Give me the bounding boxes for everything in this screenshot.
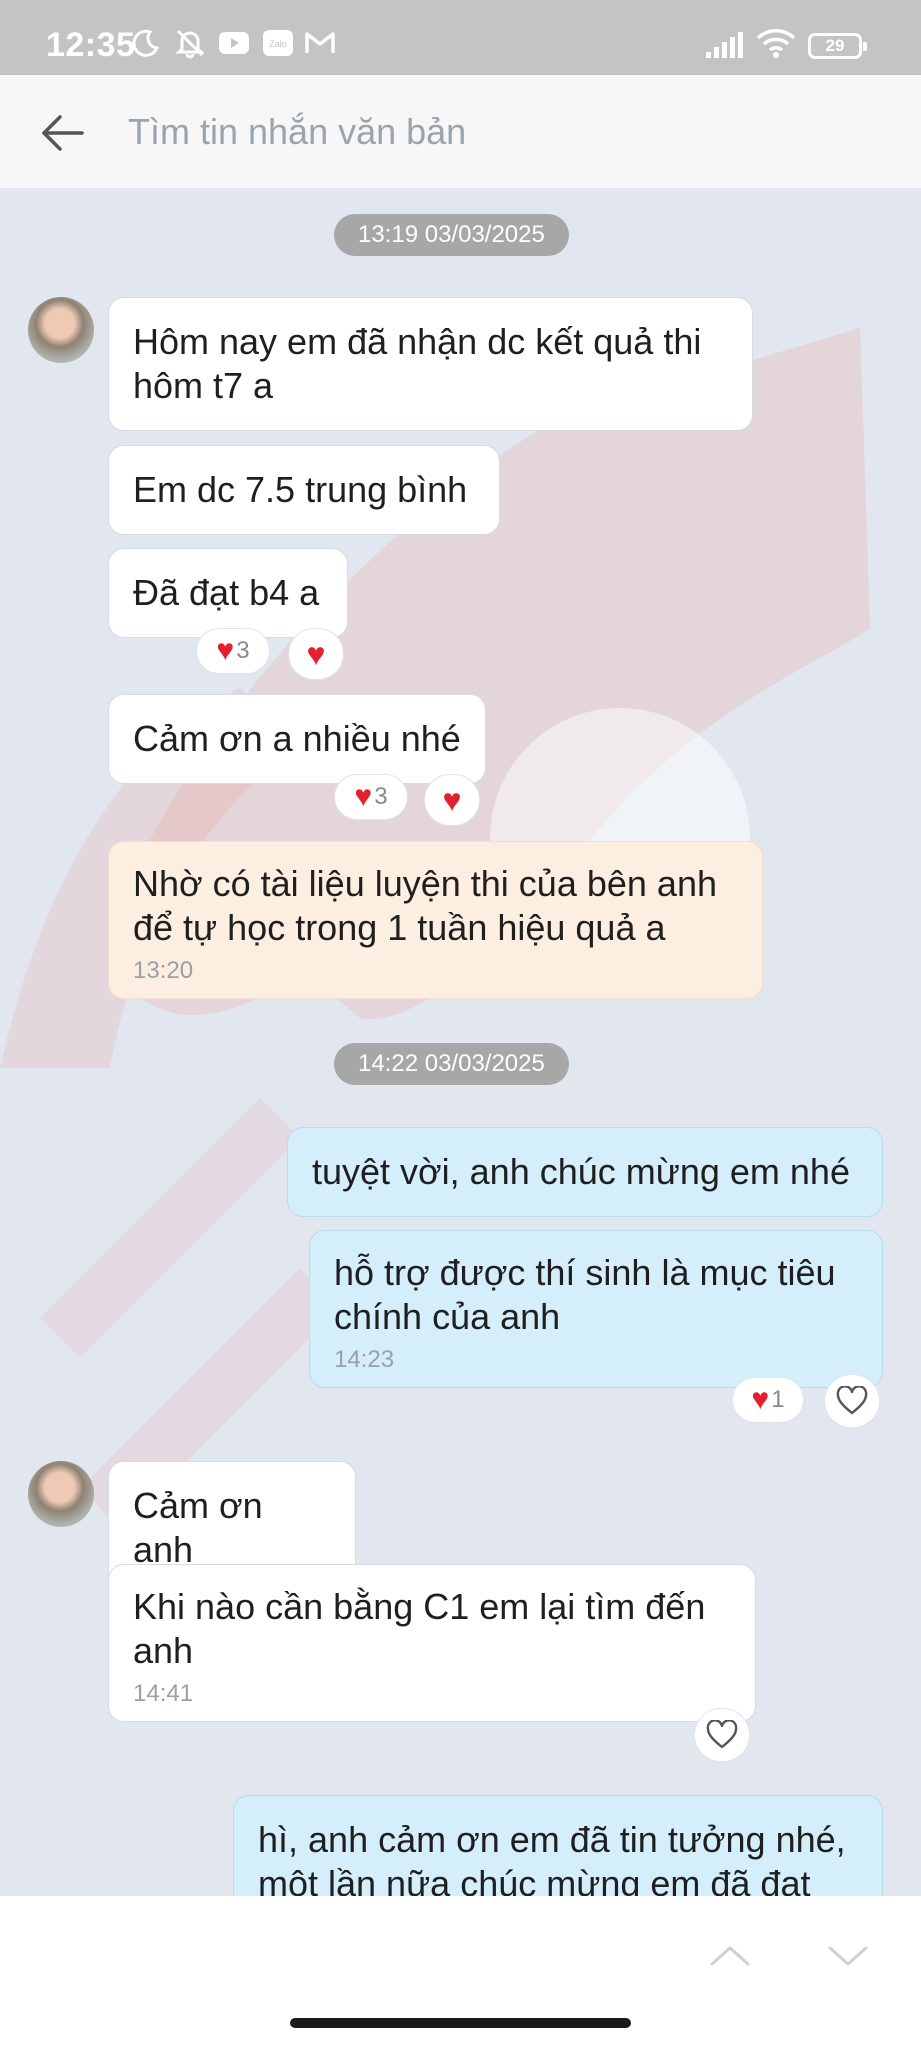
previous-result-button[interactable]: [700, 1926, 760, 1986]
message-text: Cảm ơn anh: [133, 1485, 263, 1570]
svg-text:Zalo: Zalo: [269, 39, 287, 49]
heart-icon: ♥: [306, 636, 326, 672]
reaction-count: 3: [236, 637, 250, 664]
gmail-icon: [304, 28, 336, 58]
heart-icon: ♥: [354, 780, 373, 813]
message-text: hì, anh cảm ơn em đã tin tưởng nhé, một …: [258, 1819, 846, 1896]
chat-area[interactable]: 13:19 03/03/2025 Hôm nay em đã nhận dc k…: [0, 188, 921, 1896]
status-bar: 12:35 Zalo 29: [0, 0, 921, 75]
message-text: Cảm ơn a nhiều nhé: [133, 718, 461, 759]
search-result-navigation: [0, 1896, 921, 2048]
moon-icon: [130, 28, 160, 58]
message-bubble[interactable]: Nhờ có tài liệu luyện thi của bên anh để…: [108, 841, 763, 999]
reaction-summary[interactable]: ♥ 3: [334, 774, 408, 820]
message-bubble[interactable]: hỗ trợ được thí sinh là mục tiêu chính c…: [309, 1230, 883, 1388]
message-time: 14:41: [133, 1680, 194, 1707]
heart-outline-icon: [836, 1386, 868, 1415]
message-bubble[interactable]: Hôm nay em đã nhận dc kết quả thi hôm t7…: [108, 297, 753, 431]
date-separator: 14:22 03/03/2025: [334, 1043, 569, 1085]
search-input[interactable]: [128, 97, 868, 167]
avatar[interactable]: [28, 297, 94, 363]
message-bubble[interactable]: Khi nào cần bằng C1 em lại tìm đến anh 1…: [108, 1564, 756, 1722]
react-button[interactable]: ♥: [424, 774, 480, 826]
back-button[interactable]: [36, 105, 92, 161]
message-text: Hôm nay em đã nhận dc kết quả thi hôm t7…: [133, 321, 702, 406]
status-time: 12:35: [46, 26, 136, 64]
heart-icon: ♥: [442, 782, 462, 818]
zalo-icon: Zalo: [262, 28, 294, 58]
arrow-left-icon: [42, 115, 84, 151]
message-time: 13:20: [133, 957, 194, 984]
reaction-summary[interactable]: ♥ 3: [196, 628, 270, 674]
reaction-count: 3: [374, 783, 388, 810]
wifi-icon: [756, 28, 796, 58]
react-button[interactable]: ♥: [288, 628, 344, 680]
date-separator: 13:19 03/03/2025: [334, 214, 569, 256]
chevron-up-icon: [710, 1946, 750, 1966]
message-time: 14:23: [334, 1346, 395, 1373]
reaction-summary[interactable]: ♥ 1: [732, 1377, 804, 1423]
battery-indicator: 29: [808, 33, 867, 59]
avatar[interactable]: [28, 1461, 94, 1527]
search-header: [0, 75, 921, 188]
message-text: hỗ trợ được thí sinh là mục tiêu chính c…: [334, 1252, 836, 1337]
youtube-icon: [218, 28, 250, 58]
message-text: Nhờ có tài liệu luyện thi của bên anh để…: [133, 863, 717, 948]
heart-icon: ♥: [751, 1383, 770, 1416]
message-text: tuyệt vời, anh chúc mừng em nhé: [312, 1151, 850, 1192]
message-bubble[interactable]: tuyệt vời, anh chúc mừng em nhé: [287, 1127, 883, 1217]
next-result-button[interactable]: [818, 1926, 878, 1986]
message-text: Em dc 7.5 trung bình: [133, 469, 468, 510]
home-indicator[interactable]: [290, 2018, 631, 2028]
bell-off-icon: [174, 28, 206, 59]
message-bubble[interactable]: hì, anh cảm ơn em đã tin tưởng nhé, một …: [233, 1795, 883, 1896]
react-button[interactable]: [694, 1708, 750, 1762]
message-bubble[interactable]: Đã đạt b4 a: [108, 548, 348, 638]
reaction-count: 1: [771, 1386, 785, 1413]
heart-outline-icon: [706, 1720, 738, 1749]
message-text: Đã đạt b4 a: [133, 572, 320, 613]
heart-icon: ♥: [216, 634, 235, 667]
message-bubble[interactable]: Cảm ơn a nhiều nhé: [108, 694, 486, 784]
chevron-down-icon: [828, 1946, 868, 1966]
message-bubble[interactable]: Em dc 7.5 trung bình: [108, 445, 500, 535]
signal-icon: [704, 30, 746, 60]
react-button[interactable]: [824, 1374, 880, 1428]
message-text: Khi nào cần bằng C1 em lại tìm đến anh: [133, 1586, 706, 1671]
